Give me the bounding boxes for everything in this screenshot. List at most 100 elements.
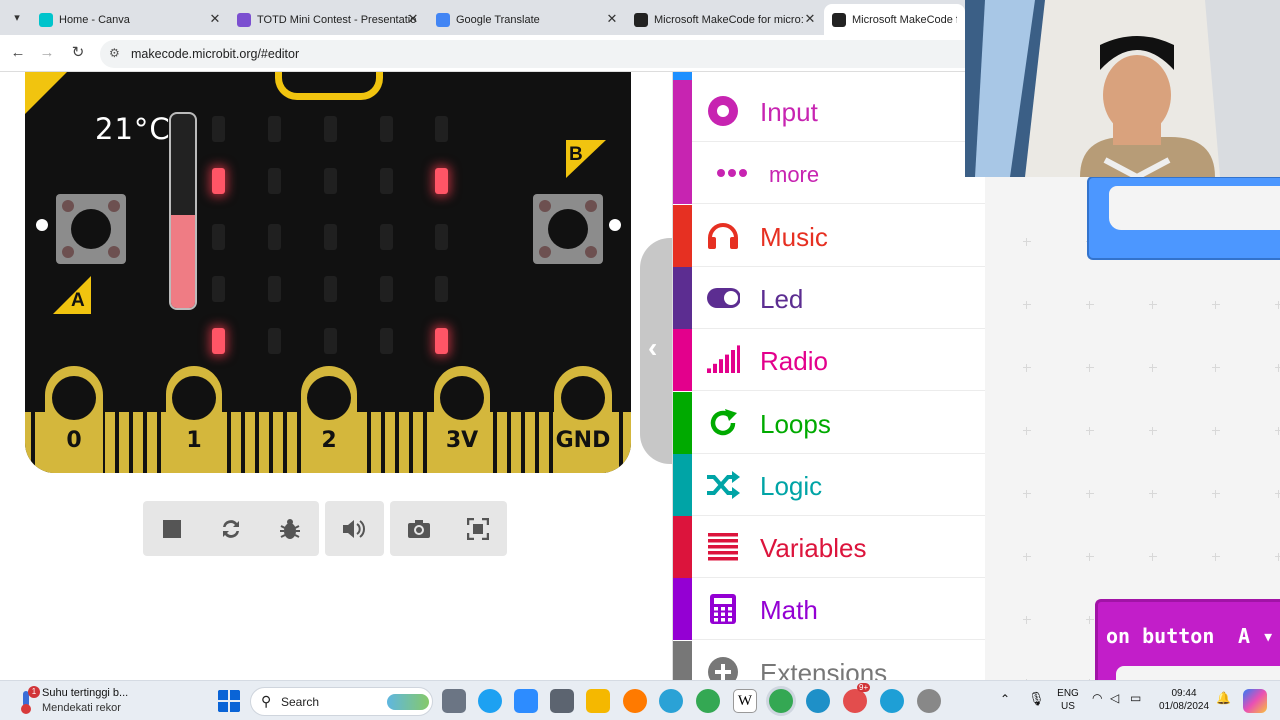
- language-indicator[interactable]: ENG US: [1055, 687, 1081, 713]
- grid-marker: [1275, 301, 1280, 309]
- edge-tooth: [157, 412, 161, 473]
- windows-start-icon[interactable]: [217, 689, 241, 713]
- close-tab-icon[interactable]: ✕: [803, 12, 817, 26]
- temperature-slider[interactable]: [169, 112, 197, 310]
- category-variables[interactable]: Variables: [673, 516, 986, 579]
- grid-marker: [1086, 364, 1094, 372]
- edge-tooth: [535, 412, 539, 473]
- temperature-slider-fill: [171, 214, 195, 308]
- reload-icon[interactable]: ↻: [68, 43, 88, 63]
- chrome-active-icon[interactable]: [769, 689, 793, 713]
- file-explorer-icon[interactable]: [586, 689, 610, 713]
- stop-icon[interactable]: [143, 501, 201, 556]
- browser-tab-4[interactable]: Microsoft MakeCode for micro: ✕: [626, 4, 821, 35]
- url-text: makecode.microbit.org/#editor: [131, 47, 300, 61]
- pin-2[interactable]: 2: [301, 366, 357, 473]
- notification-app-icon[interactable]: 9+: [843, 683, 871, 713]
- grid-marker: [1212, 427, 1220, 435]
- copilot-tray-icon[interactable]: [1243, 689, 1267, 713]
- clock-date: 01/08/2024: [1158, 701, 1210, 712]
- button-a[interactable]: [56, 194, 126, 264]
- mute-icon[interactable]: [325, 501, 383, 556]
- browser-tab-3[interactable]: Google Translate ✕: [428, 4, 623, 35]
- category-loops[interactable]: Loops: [673, 391, 986, 454]
- pin-1[interactable]: 1: [166, 366, 222, 473]
- back-arrow-icon[interactable]: ←: [8, 43, 28, 63]
- toolbox: Input more Music Led Radio Loops Logic Variable…: [672, 72, 986, 703]
- sim-controls-group-3: [390, 501, 507, 556]
- category-radio[interactable]: Radio: [673, 329, 986, 392]
- edge-dev-icon[interactable]: [880, 689, 904, 713]
- category-math[interactable]: Math: [673, 578, 986, 641]
- address-bar[interactable]: ⚙ makecode.microbit.org/#editor: [100, 40, 965, 68]
- category-color-bar: [673, 516, 692, 579]
- edge-tooth: [255, 412, 259, 473]
- microphone-icon[interactable]: 🎙: [1028, 692, 1045, 705]
- temperature-readout: 21°C: [95, 112, 171, 146]
- firefox-icon[interactable]: [623, 689, 647, 713]
- bell-icon[interactable]: 🔔: [1216, 692, 1231, 705]
- battery-icon[interactable]: ▭: [1130, 692, 1141, 705]
- on-button-pressed-block[interactable]: on button A ▾: [1095, 599, 1280, 686]
- pin-gnd[interactable]: GND: [554, 366, 612, 473]
- forward-arrow-icon[interactable]: →: [37, 43, 57, 63]
- button-b[interactable]: [533, 194, 603, 264]
- edge-icon[interactable]: [659, 689, 683, 713]
- browser-tab-2[interactable]: TOTD Mini Contest - Presentatio ✕: [229, 4, 424, 35]
- category-label: Music: [760, 221, 828, 252]
- led-0-0: [212, 116, 225, 142]
- store-icon[interactable]: [550, 689, 574, 713]
- browser-tab-5[interactable]: Microsoft MakeCode for m: [824, 4, 965, 35]
- weather-widget[interactable]: 1 Suhu tertinggi b... Mendekati rekor: [14, 686, 184, 718]
- category-label: Math: [760, 595, 818, 626]
- pin-3v[interactable]: 3V: [434, 366, 490, 473]
- category-color-bar: [673, 391, 692, 454]
- pin-label: 0: [66, 428, 82, 453]
- led-3-0: [212, 276, 225, 302]
- category-label: Variables: [760, 533, 867, 564]
- led-0-4: [435, 116, 448, 142]
- more-icon: [715, 158, 749, 188]
- tab-label: Microsoft MakeCode for m: [852, 13, 957, 26]
- pin-0[interactable]: 0: [45, 366, 103, 473]
- debug-icon[interactable]: [261, 501, 319, 556]
- taskbar-search[interactable]: ⚲ Search: [250, 687, 433, 716]
- close-tab-icon[interactable]: ✕: [208, 12, 222, 26]
- settings-icon[interactable]: [917, 689, 941, 713]
- browser-icon[interactable]: [806, 689, 830, 713]
- task-view-icon[interactable]: [442, 689, 466, 713]
- grid-marker: [1149, 553, 1157, 561]
- forever-block[interactable]: [1087, 176, 1280, 260]
- wifi-icon[interactable]: ◠: [1092, 692, 1102, 705]
- category-music[interactable]: Music: [673, 204, 986, 267]
- chrome-icon[interactable]: [696, 689, 720, 713]
- volume-icon[interactable]: ◁: [1110, 692, 1119, 705]
- category-more[interactable]: more: [673, 142, 986, 205]
- site-info-icon[interactable]: ⚙: [109, 46, 120, 60]
- close-tab-icon[interactable]: ✕: [406, 12, 420, 26]
- chevron-up-icon[interactable]: ⌃: [1000, 693, 1010, 706]
- category-led[interactable]: Led: [673, 266, 986, 329]
- restart-icon[interactable]: [202, 501, 260, 556]
- wikipedia-icon[interactable]: W: [733, 689, 757, 713]
- weather-title: Suhu tertinggi b...: [42, 687, 129, 699]
- edge-tooth: [269, 412, 273, 473]
- button-dropdown[interactable]: A ▾: [1238, 624, 1274, 648]
- browser-tab-1[interactable]: Home - Canva ✕: [31, 4, 226, 35]
- fullscreen-icon[interactable]: [449, 501, 507, 556]
- close-tab-icon[interactable]: ✕: [605, 12, 619, 26]
- collapse-simulator-button[interactable]: ‹: [640, 238, 674, 464]
- category-input[interactable]: Input: [673, 80, 986, 142]
- led-1-2: [324, 168, 337, 194]
- led-2-4: [435, 224, 448, 250]
- copilot-icon[interactable]: [478, 689, 502, 713]
- logo-touch-sensor[interactable]: [275, 72, 383, 100]
- app-icon[interactable]: [514, 689, 538, 713]
- windows-taskbar: 1 Suhu tertinggi b... Mendekati rekor ⚲ …: [0, 680, 1280, 720]
- edge-tooth: [367, 412, 371, 473]
- tab-search-dropdown-icon[interactable]: ▾: [6, 6, 28, 28]
- clock[interactable]: 09:44 01/08/2024: [1156, 687, 1212, 713]
- chevron-left-icon: ‹: [648, 332, 658, 363]
- screenshot-icon[interactable]: [390, 501, 448, 556]
- category-logic[interactable]: Logic: [673, 453, 986, 516]
